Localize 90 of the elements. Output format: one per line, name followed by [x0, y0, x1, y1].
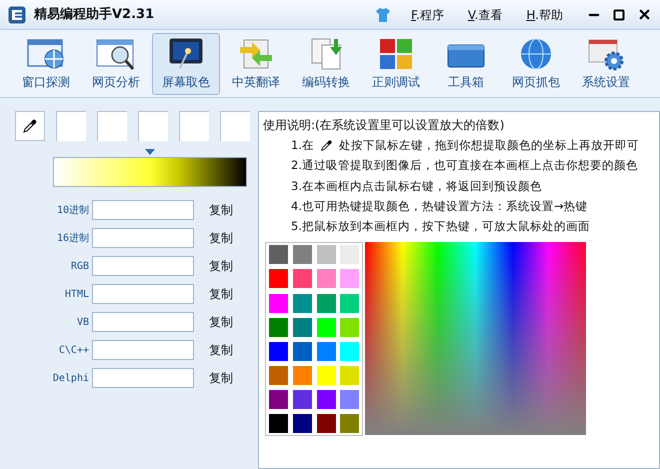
color-spectrum[interactable]: [365, 242, 586, 436]
close-icon[interactable]: [637, 7, 652, 22]
color-swatch[interactable]: [269, 269, 288, 288]
value-field[interactable]: [92, 340, 194, 360]
color-swatch[interactable]: [340, 269, 360, 288]
toolbar-tab[interactable]: 编码转换: [292, 32, 360, 94]
color-gradient-bar[interactable]: [53, 157, 247, 187]
help-step: 4.也可用热键提取颜色，热键设置方法：系统设置→热键: [291, 198, 659, 215]
help-step: 1.在: [291, 137, 314, 154]
color-swatch[interactable]: [316, 245, 336, 264]
color-swatch[interactable]: [269, 414, 288, 434]
window-crosshair-icon: [26, 36, 66, 70]
eyedropper-icon: [22, 118, 38, 134]
color-swatch[interactable]: [340, 294, 360, 313]
help-step: 3.在本画框内点击鼠标右键，将返回到预设颜色: [291, 178, 659, 195]
color-preview: [56, 111, 86, 141]
format-label: HTML: [64, 288, 90, 302]
toolbar-tab[interactable]: 工具箱: [432, 32, 500, 94]
copy-button[interactable]: 复制: [209, 285, 233, 303]
color-preview: [220, 111, 250, 141]
color-swatch[interactable]: [292, 366, 312, 385]
format-label: 16进制: [56, 232, 90, 246]
color-swatch[interactable]: [316, 342, 336, 361]
color-swatch[interactable]: [316, 366, 336, 385]
color-swatch[interactable]: [292, 342, 312, 361]
value-field[interactable]: [92, 228, 194, 248]
help-step: 5.把鼠标放到本画框内，按下热键，可放大鼠标处的画面: [291, 218, 659, 236]
color-swatch[interactable]: [292, 294, 312, 313]
format-label: VB: [76, 316, 90, 330]
color-swatch[interactable]: [340, 318, 360, 337]
color-swatch[interactable]: [292, 269, 312, 288]
window-title: 精易编程助手V2.31: [34, 6, 154, 24]
toolbar-tab[interactable]: 屏幕取色: [152, 32, 220, 94]
copy-button[interactable]: 复制: [209, 369, 233, 387]
color-swatch[interactable]: [316, 390, 336, 410]
menu-item[interactable]: F.程序: [411, 6, 444, 24]
value-field[interactable]: [92, 200, 194, 220]
maximize-icon[interactable]: [613, 8, 625, 20]
color-swatch[interactable]: [316, 318, 336, 337]
format-label: C\C++: [58, 344, 90, 358]
toolbar-tab[interactable]: 网页分析: [82, 32, 150, 94]
color-swatch[interactable]: [269, 342, 288, 361]
format-label: Delphi: [52, 372, 90, 386]
value-field[interactable]: [92, 256, 194, 276]
menu-item[interactable]: H.帮助: [526, 6, 563, 24]
copy-button[interactable]: 复制: [209, 341, 233, 359]
copy-button[interactable]: 复制: [209, 313, 233, 331]
color-swatch[interactable]: [269, 245, 288, 264]
eyedropper-target[interactable]: [15, 111, 45, 141]
toolbar-tab[interactable]: 正则调试: [362, 32, 430, 94]
toolbar-tab[interactable]: 系统设置: [572, 32, 640, 94]
color-preview: [97, 111, 127, 141]
marker-icon[interactable]: [145, 149, 155, 155]
color-swatch[interactable]: [316, 269, 336, 288]
copy-button[interactable]: 复制: [209, 257, 233, 275]
value-field[interactable]: [92, 312, 194, 332]
color-swatch[interactable]: [340, 342, 360, 361]
color-swatch[interactable]: [292, 245, 312, 264]
eyedropper-icon: [320, 139, 333, 152]
format-label: 10进制: [56, 204, 90, 218]
toolbar-tab[interactable]: 中英翻译: [222, 32, 290, 94]
color-swatch[interactable]: [292, 318, 312, 337]
color-swatch[interactable]: [316, 414, 336, 434]
color-swatch[interactable]: [269, 294, 288, 313]
color-preview: [179, 111, 209, 141]
app-logo: [8, 6, 26, 24]
value-field[interactable]: [92, 368, 194, 388]
toolbar-tab[interactable]: 窗口探测: [12, 32, 80, 94]
help-step: 2.通过吸管提取到图像后，也可直接在本画框上点击你想要的颜色: [291, 157, 659, 174]
color-swatch[interactable]: [316, 294, 336, 313]
magnifier-page-icon: [96, 36, 136, 70]
toolbar-tab[interactable]: 网页抓包: [502, 32, 570, 94]
color-swatch[interactable]: [292, 414, 312, 434]
copy-button[interactable]: 复制: [209, 229, 233, 247]
value-field[interactable]: [92, 284, 194, 304]
color-swatch[interactable]: [269, 390, 288, 410]
color-swatch[interactable]: [269, 366, 288, 385]
color-preview: [138, 111, 168, 141]
color-swatch[interactable]: [340, 414, 360, 434]
format-label: RGB: [70, 260, 90, 274]
color-swatch[interactable]: [340, 390, 360, 410]
color-swatch[interactable]: [269, 318, 288, 337]
copy-button[interactable]: 复制: [209, 201, 233, 219]
color-swatch[interactable]: [292, 390, 312, 410]
help-title: 使用说明:(在系统设置里可以设置放大的倍数): [263, 117, 506, 134]
menu-item[interactable]: V.查看: [468, 6, 502, 24]
shirt-icon[interactable]: [375, 6, 392, 22]
help-step: 处按下鼠标左键，拖到你想提取颜色的坐标上再放开即可: [338, 137, 639, 154]
color-swatch[interactable]: [340, 366, 360, 385]
gear-window-icon: [586, 36, 626, 70]
